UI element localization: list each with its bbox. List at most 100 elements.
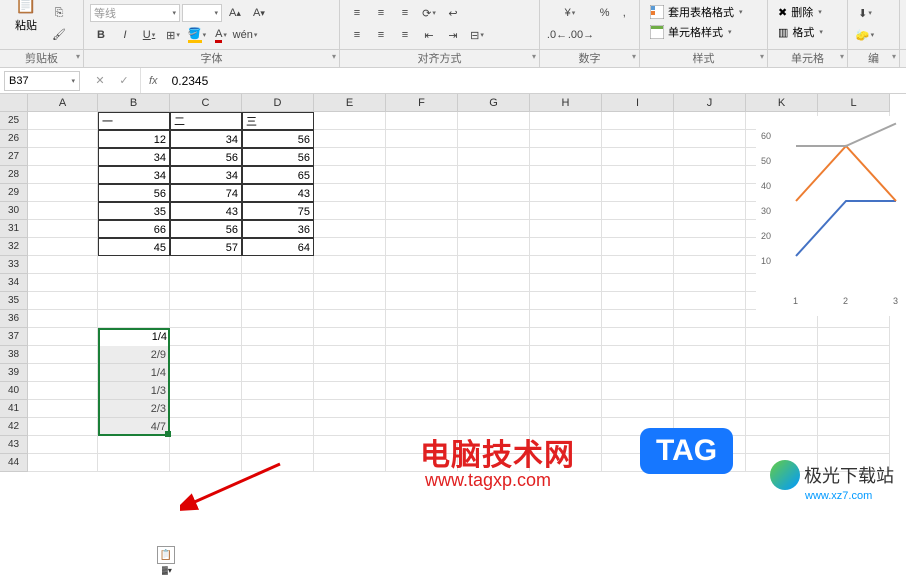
cell-A30[interactable] [28,202,98,220]
row-header-28[interactable]: 28 [0,166,28,184]
cell-J31[interactable] [674,220,746,238]
cell-J28[interactable] [674,166,746,184]
cell-B40[interactable]: 1/3 [98,382,170,400]
cell-E39[interactable] [314,364,386,382]
clear-button[interactable]: 🧽▾ [854,25,876,45]
cell-L40[interactable] [818,382,890,400]
cell-E26[interactable] [314,130,386,148]
cell-C26[interactable]: 34 [170,130,242,148]
cell-B44[interactable] [98,454,170,472]
cell-D27[interactable]: 56 [242,148,314,166]
col-header-E[interactable]: E [314,94,386,112]
align-middle-button[interactable]: ≡ [370,3,392,23]
cell-E31[interactable] [314,220,386,238]
row-header-32[interactable]: 32 [0,238,28,256]
cell-C44[interactable] [170,454,242,472]
cell-G29[interactable] [458,184,530,202]
cell-B27[interactable]: 34 [98,148,170,166]
cell-A31[interactable] [28,220,98,238]
cell-A25[interactable] [28,112,98,130]
cell-E37[interactable] [314,328,386,346]
cell-E27[interactable] [314,148,386,166]
cell-B25[interactable]: 一 [98,112,170,130]
cell-B26[interactable]: 12 [98,130,170,148]
cell-H32[interactable] [530,238,602,256]
cell-C38[interactable] [170,346,242,364]
increase-font-button[interactable]: A▴ [224,3,246,23]
autofill-dropdown-arrow[interactable]: ▓▾ [162,566,172,575]
cell-D29[interactable]: 43 [242,184,314,202]
cell-I38[interactable] [602,346,674,364]
conditional-format-button[interactable]: 套用表格格式▾ [646,2,761,22]
format-painter-button[interactable]: 🖌 [48,24,70,44]
cell-D41[interactable] [242,400,314,418]
cell-J34[interactable] [674,274,746,292]
cell-B30[interactable]: 35 [98,202,170,220]
cell-J38[interactable] [674,346,746,364]
cell-H41[interactable] [530,400,602,418]
cell-D35[interactable] [242,292,314,310]
cell-L43[interactable] [818,436,890,454]
font-family-combo[interactable]: 等线▾ [90,4,180,22]
cell-B38[interactable]: 2/9 [98,346,170,364]
cell-A44[interactable] [28,454,98,472]
cell-E43[interactable] [314,436,386,454]
cell-F39[interactable] [386,364,458,382]
align-left-button[interactable]: ≡ [346,25,368,45]
cell-G32[interactable] [458,238,530,256]
cell-G38[interactable] [458,346,530,364]
cell-H39[interactable] [530,364,602,382]
cell-H38[interactable] [530,346,602,364]
cell-C34[interactable] [170,274,242,292]
cell-F34[interactable] [386,274,458,292]
cell-E38[interactable] [314,346,386,364]
cell-G30[interactable] [458,202,530,220]
formula-input[interactable] [166,74,906,88]
cell-H34[interactable] [530,274,602,292]
cell-E34[interactable] [314,274,386,292]
cell-H29[interactable] [530,184,602,202]
cell-H36[interactable] [530,310,602,328]
cell-L38[interactable] [818,346,890,364]
align-bottom-button[interactable]: ≡ [394,3,416,23]
cell-B41[interactable]: 2/3 [98,400,170,418]
cell-C30[interactable]: 43 [170,202,242,220]
cell-C25[interactable]: 二 [170,112,242,130]
cell-B34[interactable] [98,274,170,292]
cell-B29[interactable]: 56 [98,184,170,202]
cell-A42[interactable] [28,418,98,436]
col-header-A[interactable]: A [28,94,98,112]
cell-H26[interactable] [530,130,602,148]
cell-I25[interactable] [602,112,674,130]
cell-J35[interactable] [674,292,746,310]
cell-E29[interactable] [314,184,386,202]
cell-J29[interactable] [674,184,746,202]
row-header-42[interactable]: 42 [0,418,28,436]
row-header-39[interactable]: 39 [0,364,28,382]
cell-E42[interactable] [314,418,386,436]
cell-G39[interactable] [458,364,530,382]
cell-F29[interactable] [386,184,458,202]
cell-D32[interactable]: 64 [242,238,314,256]
cell-B36[interactable] [98,310,170,328]
cell-G41[interactable] [458,400,530,418]
row-header-40[interactable]: 40 [0,382,28,400]
increase-decimal-button[interactable]: .0← [546,25,568,45]
cell-F40[interactable] [386,382,458,400]
cell-G36[interactable] [458,310,530,328]
cell-G35[interactable] [458,292,530,310]
cell-G31[interactable] [458,220,530,238]
align-center-button[interactable]: ≡ [370,25,392,45]
row-header-30[interactable]: 30 [0,202,28,220]
cell-E36[interactable] [314,310,386,328]
cell-I41[interactable] [602,400,674,418]
fx-label[interactable]: fx [141,75,166,87]
cell-G27[interactable] [458,148,530,166]
cell-B31[interactable]: 66 [98,220,170,238]
col-header-H[interactable]: H [530,94,602,112]
cell-D33[interactable] [242,256,314,274]
cell-B28[interactable]: 34 [98,166,170,184]
format-button[interactable]: ▥格式▾ [774,22,841,42]
cell-K41[interactable] [746,400,818,418]
cell-K43[interactable] [746,436,818,454]
